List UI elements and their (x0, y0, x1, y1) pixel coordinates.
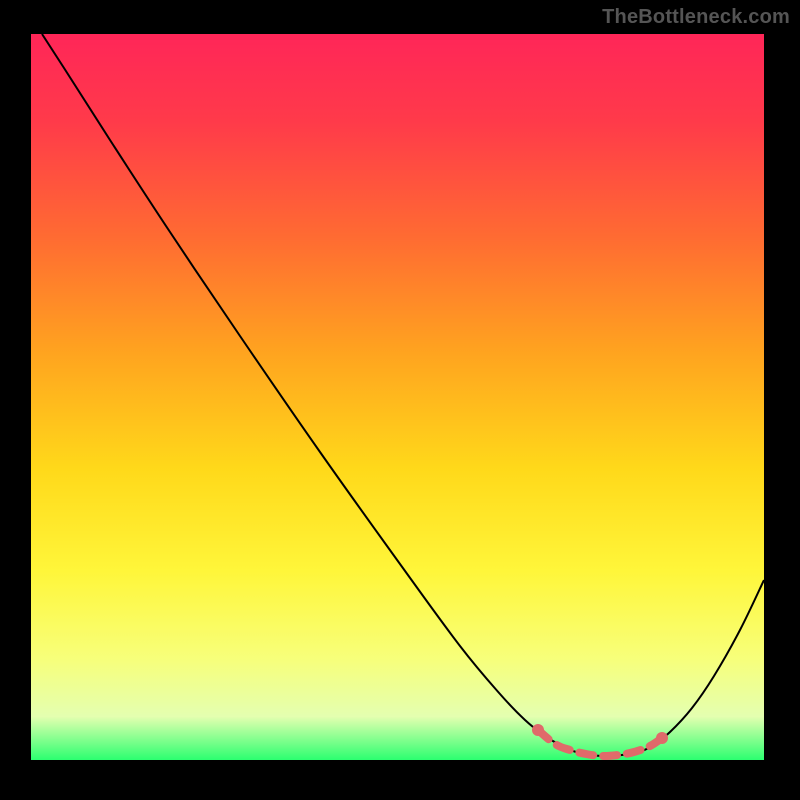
chart-frame: { "watermark": "TheBottleneck.com", "cha… (0, 0, 800, 800)
gradient-background (31, 34, 764, 760)
bottleneck-chart (0, 0, 800, 800)
watermark-text: TheBottleneck.com (602, 6, 790, 29)
